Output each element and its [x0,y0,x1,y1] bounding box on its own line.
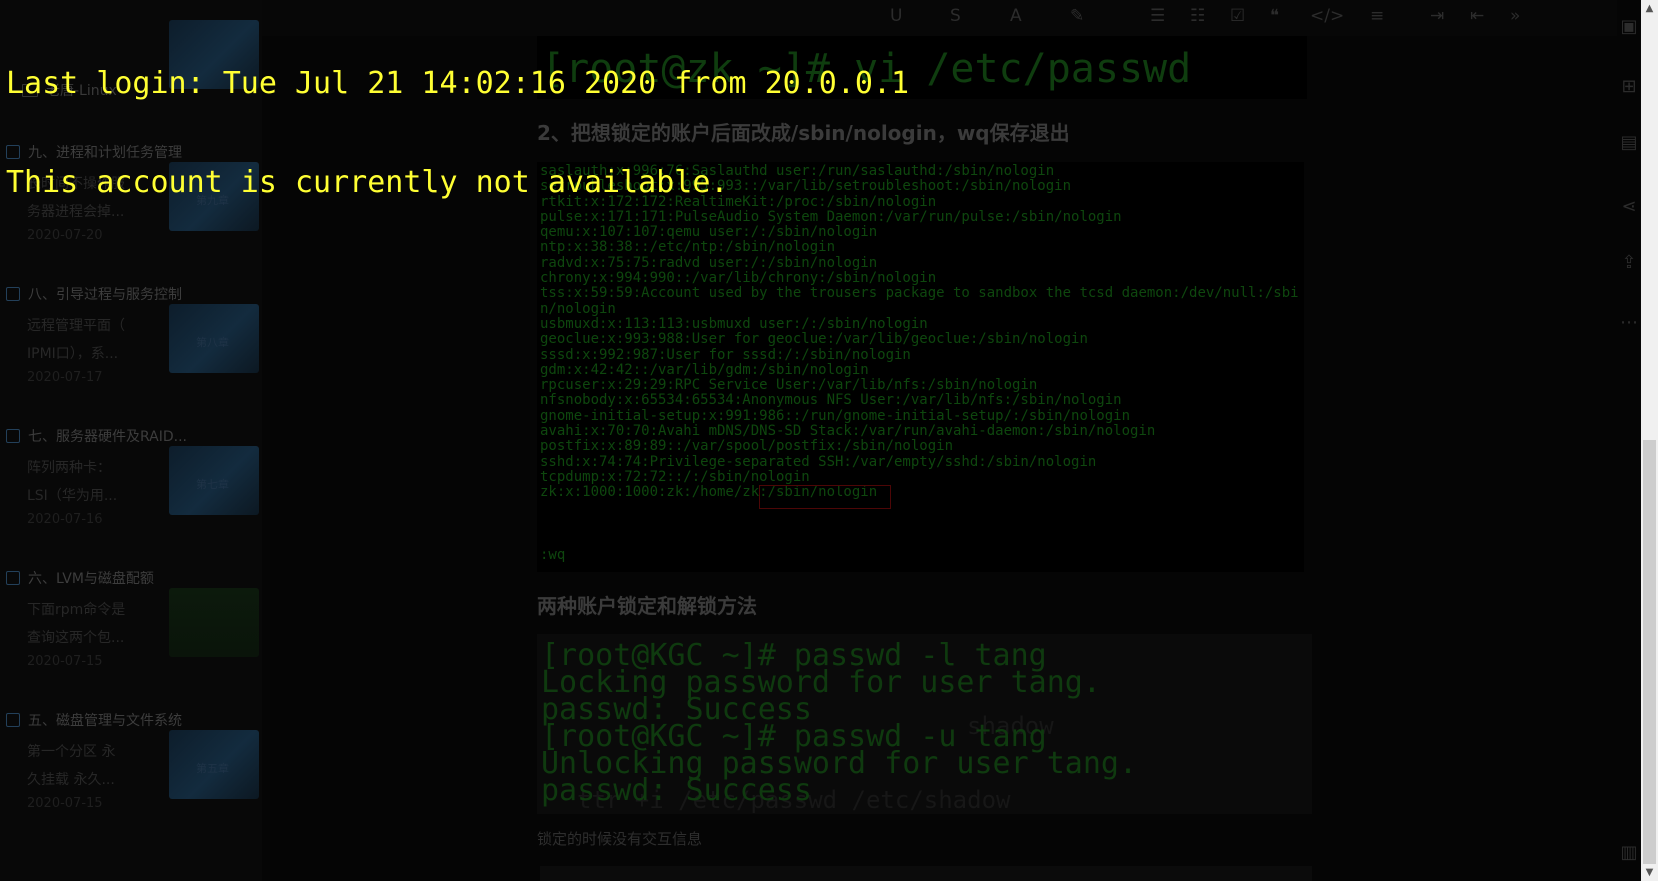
note-snippet: 远程管理平面（ IPMI口），系... [27,312,147,368]
note-date: 2020-07-16 [27,512,103,527]
note-snippet: 第一个分区 永 久挂载 永久... [27,738,147,794]
note-snippet-line: 久挂载 永久... [27,772,115,788]
scroll-thumb[interactable] [1643,440,1656,864]
note-title: 七、服务器硬件及RAID... [28,429,187,445]
outdent-icon[interactable]: ⇤ [1470,6,1484,26]
note-title: 六、LVM与磁盘配额 [28,571,154,587]
passwd-line: radvd:x:75:75:radvd user:/:/sbin/nologin [540,254,878,271]
code-icon[interactable]: </> [1310,6,1344,26]
passwd-line: tcpdump:x:72:72::/:/sbin/nologin [540,468,810,485]
add-icon[interactable]: ⊞ [1617,76,1641,97]
passwd-line: usbmuxd:x:113:113:usbmuxd user:/:/sbin/n… [540,315,928,332]
note-snippet-line: 第一个分区 永 [27,744,116,760]
note-checkbox-icon[interactable] [6,429,20,443]
note-snippet-line: 阵列两种卡： [27,460,111,476]
quote-icon[interactable]: ❝ [1270,6,1279,26]
share-icon[interactable]: ⋖ [1617,196,1641,217]
passwd-line: geoclue:x:993:988:User for geoclue:/var/… [540,331,1088,348]
passwd-line: zk:x:1000:1000:zk:/home/zk:/sbin/nologin [540,484,878,501]
terminal-line: Last login: Tue Jul 21 14:02:16 2020 fro… [6,66,910,101]
passwd-line: sssd:x:992:987:User for sssd:/:/sbin/nol… [540,346,911,363]
note-paragraph: 锁定的时候没有交互信息 [537,830,703,848]
highlight-icon[interactable]: ✎ [1070,6,1084,26]
layout-icon[interactable]: ▥ [1617,842,1641,863]
passwd-line: sshd:x:74:74:Privilege-separated SSH:/va… [540,453,1097,470]
terminal-output: Last login: Tue Jul 21 14:02:16 2020 fro… [6,1,909,232]
note-snippet-line: LSI（华为用... [27,488,118,504]
passwd-line: gnome-initial-setup:x:991:986::/run/gnom… [540,407,1131,424]
note-snippet-line: 下面rpm命令是 [27,602,126,618]
note-thumbnail-label: 第八章 [196,336,229,349]
passwd-line: chrony:x:994:990::/var/lib/chrony:/sbin/… [540,270,937,287]
note-date: 2020-07-15 [27,654,103,669]
term-line: passwd: Success [541,773,812,808]
numbered-list-icon[interactable]: ☷ [1190,6,1205,26]
scroll-down-arrow-icon[interactable]: ▼ [1641,864,1658,881]
outline-icon[interactable]: ▤ [1617,132,1641,153]
right-tool-rail: ▣ ⊞ ▤ ⋖ ⇪ ⋯ ▥ [1617,0,1641,881]
more-options-icon[interactable]: ⋯ [1617,312,1641,333]
nologin-highlight-box [759,485,891,509]
note-snippet-line: 查询这两个包... [27,630,125,646]
note-snippet: 阵列两种卡： LSI（华为用... [27,454,147,510]
vi-wq-command: :wq [540,547,566,563]
terminal-screenshot-next [540,866,1312,881]
section-heading: 两种账户锁定和解锁方法 [537,594,757,618]
note-checkbox-icon[interactable] [6,287,20,301]
passwd-line: tss:x:59:59:Account used by the trousers… [540,285,1299,302]
note-checkbox-icon[interactable] [6,571,20,585]
note-date: 2020-07-17 [27,370,103,385]
note-snippet: 下面rpm命令是 查询这两个包... [27,596,147,652]
note-thumbnail-label: 第七章 [196,478,229,491]
passwd-line: nfsnobody:x:65534:65534:Anonymous NFS Us… [540,392,1122,409]
note-date: 2020-07-15 [27,796,103,811]
note-title: 五、磁盘管理与文件系统 [28,713,182,729]
note-snippet-line: 远程管理平面（ [27,318,125,334]
passwd-line: ntp:x:38:38::/etc/ntp:/sbin/nologin [540,239,836,256]
vertical-scrollbar[interactable]: ▲ ▼ [1641,0,1658,881]
passwd-line: avahi:x:70:70:Avahi mDNS/DNS-SD Stack:/v… [540,423,1156,440]
strikethrough-icon[interactable]: S [950,6,961,26]
note-title: 八、引导过程与服务控制 [28,287,182,303]
passwd-line: gdm:x:42:42::/var/lib/gdm:/sbin/nologin [540,361,869,378]
note-checkbox-icon[interactable] [6,713,20,727]
passwd-line: rpcuser:x:29:29:RPC Service User:/var/li… [540,377,1038,394]
more-icon[interactable]: » [1510,6,1520,26]
note-info-icon[interactable]: ▣ [1617,16,1641,37]
indent-icon[interactable]: ⇥ [1430,6,1444,26]
terminal-line: This account is currently not available. [6,165,729,200]
bullet-list-icon[interactable]: ☰ [1150,6,1165,26]
note-snippet-line: IPMI口），系... [27,346,119,362]
export-icon[interactable]: ⇪ [1617,252,1641,273]
passwd-line: n/nologin [540,300,616,317]
note-thumbnail-label: 第五章 [196,762,229,775]
scroll-up-arrow-icon[interactable]: ▲ [1641,0,1658,17]
checklist-icon[interactable]: ☑ [1230,6,1245,26]
font-color-icon[interactable]: A [1010,6,1022,26]
note-thumbnail [169,588,259,657]
passwd-line: postfix:x:89:89::/var/spool/postfix:/sbi… [540,438,954,455]
terminal-screenshot-lock: shadow ttr +i /etc/passwd /etc/shadow [r… [537,634,1312,814]
align-icon[interactable]: ≡ [1370,6,1384,26]
